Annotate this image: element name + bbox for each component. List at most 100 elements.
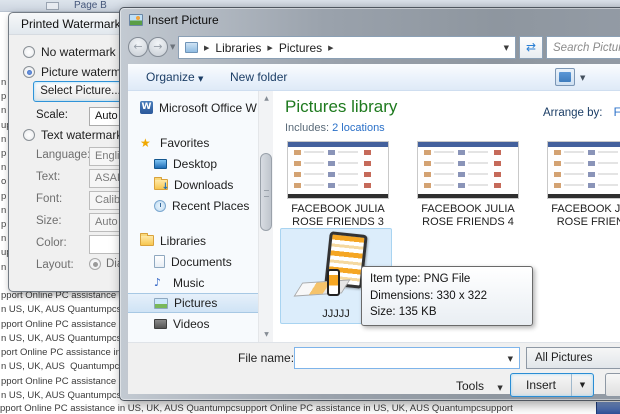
organize-button[interactable]: Organize ▼: [146, 64, 203, 91]
desktop-icon: [154, 158, 167, 169]
file-name-input[interactable]: [295, 348, 493, 368]
file-name: FACEBOOK JULIA ROSE FRIENDS 4: [421, 203, 515, 228]
tools-button[interactable]: Tools ▼: [456, 375, 503, 397]
nav-item-downloads[interactable]: Downloads: [128, 174, 258, 195]
chevron-right-icon[interactable]: ▶: [322, 44, 339, 52]
file-thumbnail[interactable]: [547, 141, 620, 199]
layout-label: Layout:: [36, 259, 74, 271]
scale-label: Scale:: [36, 109, 68, 121]
color-label: Color:: [36, 237, 67, 249]
file-name-combobox[interactable]: ▼: [294, 347, 520, 369]
library-includes: Includes: 2 locations: [285, 122, 385, 134]
forward-button[interactable]: →: [148, 37, 168, 57]
laptop-graphic: [293, 279, 351, 297]
recent-places-icon: [154, 199, 166, 212]
language-label: Language:: [36, 149, 91, 161]
new-folder-label: New folder: [230, 70, 288, 84]
arrange-by-value[interactable]: F: [606, 107, 620, 119]
nav-item-videos[interactable]: Videos: [128, 313, 258, 334]
scroll-down-icon[interactable]: ▼: [259, 327, 274, 342]
file-item[interactable]: FACEBOOK JULIA ROSE FRIENDS 4: [414, 141, 522, 229]
word-scrollbar-corner: [596, 402, 620, 414]
nav-item-documents[interactable]: Documents: [128, 251, 258, 272]
radio-icon[interactable]: [23, 46, 35, 58]
tooltip-size: Size: 135 KB: [370, 306, 437, 318]
select-picture-button[interactable]: Select Picture...: [33, 81, 128, 102]
dialog-footer: File name: ▼ All Pictures Tools ▼ Insert…: [128, 342, 620, 397]
breadcrumb[interactable]: ▶ Libraries ▶ Pictures ▶ ▼: [178, 36, 516, 59]
ribbon-group-label: Page B: [74, 0, 107, 11]
nav-pictures-label: Pictures: [174, 296, 218, 310]
document-text-bottom: pport Online PC assistance in US, UK, AU…: [0, 403, 513, 414]
history-dropdown-icon[interactable]: ▼: [170, 43, 175, 51]
navigation-pane: Microsoft Office W Favorites Desktop Dow…: [128, 91, 258, 342]
file-name: FACEBOOK JULIA ROSE FRIENDS: [551, 203, 620, 228]
file-item[interactable]: FACEBOOK JULIA ROSE FRIENDS 3: [284, 141, 392, 229]
no-watermark-label: No watermark: [41, 45, 116, 59]
nav-item-recent-places[interactable]: Recent Places: [128, 195, 258, 216]
nav-recent-label: Recent Places: [172, 198, 250, 213]
nav-item-music[interactable]: Music: [128, 272, 258, 293]
libraries-icon: [185, 42, 198, 53]
scrollbar-thumb[interactable]: [260, 153, 272, 231]
file-name: FACEBOOK JULIA ROSE FRIENDS 3: [291, 203, 385, 228]
command-toolbar: Organize ▼ New folder ▼: [128, 64, 620, 91]
library-title: Pictures library: [285, 97, 398, 116]
insert-picture-icon: [129, 14, 143, 26]
nav-item-desktop[interactable]: Desktop: [128, 153, 258, 174]
insert-button[interactable]: Insert: [511, 374, 571, 396]
font-label: Font:: [36, 193, 63, 205]
nav-item-office[interactable]: Microsoft Office W: [128, 97, 258, 118]
file-thumbnail[interactable]: [417, 141, 519, 199]
radio-icon[interactable]: [23, 129, 35, 141]
nav-downloads-label: Downloads: [174, 177, 234, 192]
breadcrumb-libraries[interactable]: Libraries: [215, 41, 261, 55]
file-item[interactable]: FACEBOOK JULIA ROSE FRIENDS: [544, 141, 620, 229]
dialog-client-area: Organize ▼ New folder ▼ Microsoft Office…: [128, 64, 620, 397]
nav-group-favorites[interactable]: Favorites: [128, 132, 258, 153]
views-dropdown-icon[interactable]: ▼: [580, 74, 585, 82]
text-watermark-option[interactable]: Text watermark: [23, 128, 122, 142]
new-folder-button[interactable]: New folder: [230, 64, 287, 91]
size-label: Size:: [36, 215, 62, 227]
phone-graphic: [327, 269, 340, 296]
file-info-tooltip: Item type: PNG File Dimensions: 330 x 32…: [361, 266, 533, 326]
chevron-down-icon: ▼: [198, 75, 204, 83]
nav-documents-label: Documents: [171, 254, 232, 269]
breadcrumb-pictures[interactable]: Pictures: [279, 41, 322, 55]
videos-icon: [154, 318, 167, 329]
screen: Page B n p n up n p n o p n p n up n ppo…: [0, 0, 620, 414]
nav-group-libraries[interactable]: Libraries: [128, 230, 258, 251]
radio-checked-icon[interactable]: [23, 66, 35, 78]
file-type-combobox[interactable]: All Pictures: [526, 347, 620, 369]
back-button[interactable]: ←: [128, 37, 148, 57]
insert-dropdown-icon[interactable]: ▼: [571, 374, 593, 396]
nav-scrollbar[interactable]: ▲ ▼: [258, 91, 273, 342]
file-thumbnail[interactable]: [287, 141, 389, 199]
views-button[interactable]: [555, 68, 575, 86]
music-icon: [154, 276, 167, 289]
text-watermark-label: Text watermark: [41, 128, 123, 142]
search-input[interactable]: [547, 37, 620, 58]
file-list-pane: Pictures library Includes: 2 locations A…: [273, 91, 620, 342]
no-watermark-option[interactable]: No watermark: [23, 45, 116, 59]
document-text: pport Online PC assistance in n US, UK, …: [1, 290, 132, 402]
word-icon: [140, 101, 153, 114]
address-dropdown-icon[interactable]: ▼: [504, 44, 509, 52]
nav-desktop-label: Desktop: [173, 156, 218, 171]
text-label: Text:: [36, 171, 61, 183]
address-bar: ← → ▼ ▶ Libraries ▶ Pictures ▶ ▼ ⇄: [125, 34, 620, 62]
nav-music-label: Music: [173, 275, 205, 290]
cutoff-button[interactable]: [605, 373, 620, 397]
chevron-down-icon: ▼: [497, 384, 503, 392]
arrange-by[interactable]: Arrange by: F: [543, 107, 620, 119]
insert-split-button[interactable]: Insert ▼: [510, 373, 594, 397]
nav-item-pictures[interactable]: Pictures: [128, 293, 258, 313]
scroll-up-icon[interactable]: ▲: [259, 91, 274, 106]
chevron-right-icon[interactable]: ▶: [261, 44, 278, 52]
refresh-button[interactable]: ⇄: [519, 36, 543, 59]
search-box[interactable]: [546, 36, 620, 59]
locations-link[interactable]: 2 locations: [332, 122, 385, 134]
radio-disabled-checked-icon: [89, 258, 101, 270]
chevron-down-icon[interactable]: ▼: [508, 355, 513, 363]
